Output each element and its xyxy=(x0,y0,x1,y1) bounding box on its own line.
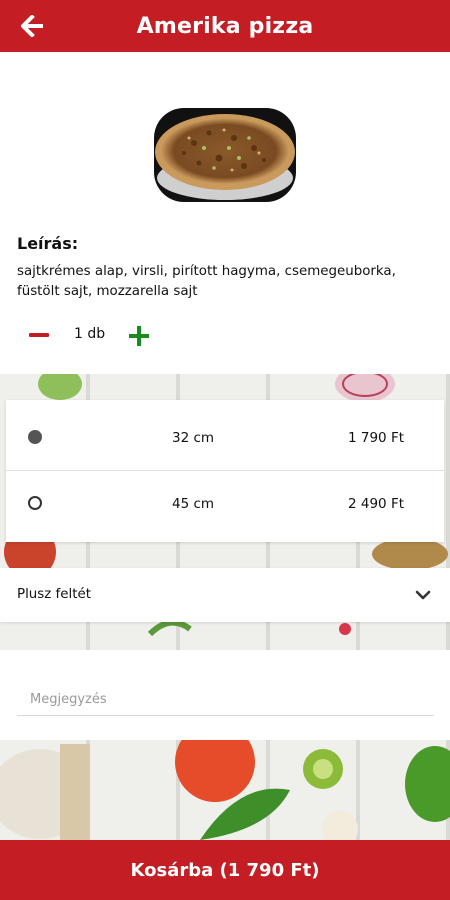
extras-label: Plusz feltét xyxy=(17,587,91,602)
size-options-card: 32 cm 1 790 Ft 45 cm 2 490 Ft xyxy=(6,400,444,542)
radio-selected-icon[interactable] xyxy=(28,430,42,444)
plus-icon[interactable] xyxy=(126,323,152,349)
page-title: Amerika pizza xyxy=(136,13,314,39)
size-label: 32 cm xyxy=(172,430,215,446)
note-input[interactable] xyxy=(17,684,434,716)
description-text: sajtkrémes alap, virsli, pirított hagyma… xyxy=(17,264,396,299)
size-option[interactable]: 32 cm 1 790 Ft xyxy=(6,406,444,470)
note-card xyxy=(0,650,450,740)
chevron-down-icon xyxy=(415,590,431,600)
size-price: 2 490 Ft xyxy=(348,496,404,512)
app-header: Amerika pizza xyxy=(0,0,450,52)
size-label: 45 cm xyxy=(172,496,215,512)
description-title: Leírás: xyxy=(17,234,79,253)
size-option[interactable]: 45 cm 2 490 Ft xyxy=(6,472,444,536)
add-to-cart-button[interactable]: Kosárba (1 790 Ft) xyxy=(0,840,450,900)
size-price: 1 790 Ft xyxy=(348,430,404,446)
quantity-label: 1 db xyxy=(74,326,106,342)
minus-icon[interactable] xyxy=(26,326,52,344)
add-to-cart-label: Kosárba (1 790 Ft) xyxy=(130,859,320,881)
arrow-left-icon xyxy=(21,15,43,37)
divider xyxy=(6,470,444,471)
back-button[interactable] xyxy=(18,12,48,40)
product-panel: Leírás: sajtkrémes alap, virsli, pirítot… xyxy=(0,52,450,374)
extras-dropdown[interactable]: Plusz feltét xyxy=(0,568,450,622)
radio-unselected-icon[interactable] xyxy=(28,496,42,510)
pizza-image xyxy=(154,108,296,202)
quantity-stepper: 1 db xyxy=(0,318,200,352)
